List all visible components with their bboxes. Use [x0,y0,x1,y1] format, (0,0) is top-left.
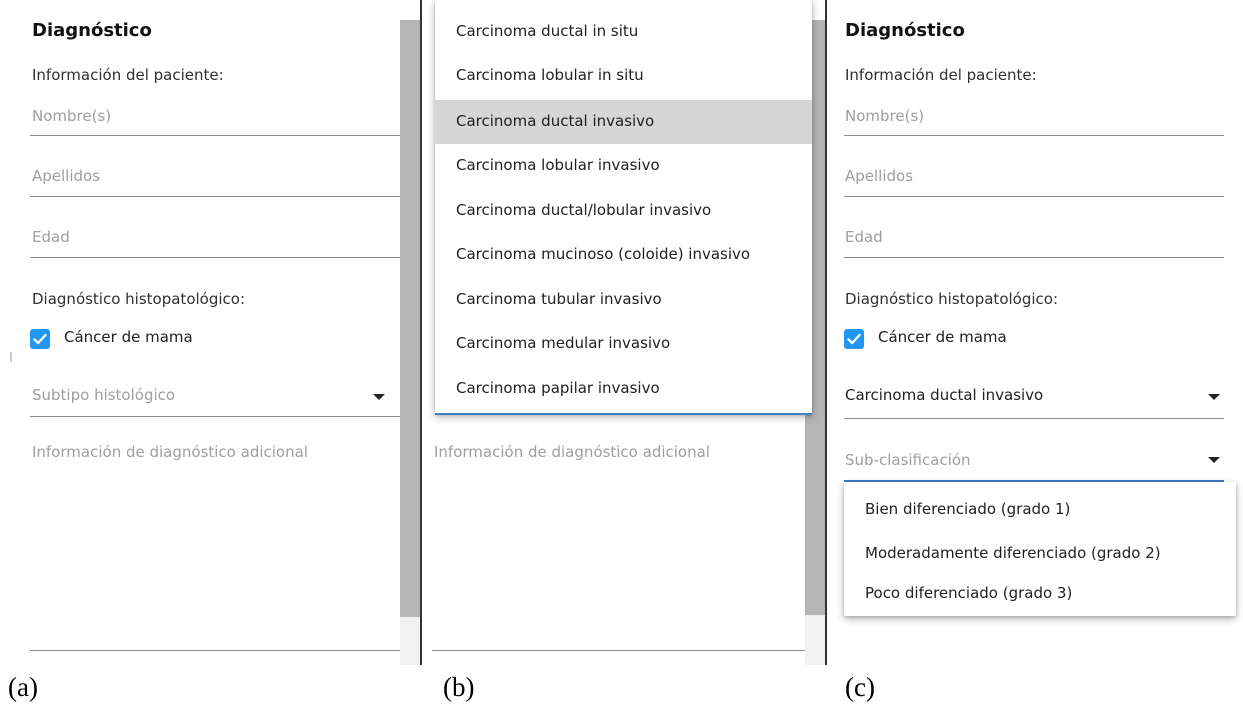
menu-item[interactable]: Carcinoma lobular in situ [435,54,812,98]
menu-item[interactable]: Carcinoma ductal in situ [435,10,812,54]
subtype-underline [30,416,405,417]
subtype-underline [844,418,1224,419]
last-name-underline [844,196,1224,197]
menu-item[interactable]: Carcinoma mucinoso (coloide) invasivo [435,233,812,277]
menu-item[interactable]: Moderadamente diferenciado (grado 2) [844,534,1236,574]
menu-item[interactable]: Bien diferenciado (grado 1) [844,490,1236,530]
breast-cancer-label: Cáncer de mama [878,328,1007,346]
last-name-underline [30,196,405,197]
form-title: Diagnóstico [845,20,965,41]
scrollbar-thumb[interactable] [400,20,420,617]
menu-item[interactable]: Carcinoma medular invasivo [435,322,812,366]
left-edge-tick [10,352,12,362]
first-name-underline [30,135,405,136]
age-placeholder: Edad [32,228,70,246]
subtype-dropdown-menu: Carcinoma ductal in situ Carcinoma lobul… [435,0,812,414]
breast-cancer-checkbox[interactable] [844,329,864,349]
subtype-focus-underline [435,413,812,415]
subclass-dropdown-menu: Bien diferenciado (grado 1) Moderadament… [844,482,1236,616]
last-name-placeholder: Apellidos [845,167,914,185]
breast-cancer-checkbox[interactable] [30,329,50,349]
additional-info-underline [30,650,405,651]
first-name-placeholder: Nombre(s) [32,107,112,125]
menu-item[interactable]: Carcinoma ductal/lobular invasivo [435,189,812,233]
age-placeholder: Edad [845,228,883,246]
caption-c: (c) [845,672,875,702]
last-name-placeholder: Apellidos [32,167,101,185]
subtype-placeholder: Subtipo histológico [32,386,176,404]
histo-section-label: Diagnóstico histopatológico: [845,290,1059,308]
menu-item[interactable]: Carcinoma papilar invasivo [435,367,812,411]
form-title: Diagnóstico [32,20,152,41]
check-icon [847,333,861,345]
additional-info-placeholder: Información de diagnóstico adicional [32,443,308,461]
chevron-down-icon [373,394,385,400]
menu-item[interactable]: Carcinoma lobular invasivo [435,144,812,188]
caption-b: (b) [443,672,475,702]
additional-info-placeholder: Información de diagnóstico adicional [434,443,710,461]
age-underline [30,257,405,258]
breast-cancer-label: Cáncer de mama [64,328,193,346]
chevron-down-icon [1208,457,1220,463]
subtype-value: Carcinoma ductal invasivo [845,386,1044,404]
first-name-underline [844,135,1224,136]
caption-a: (a) [8,672,38,702]
panel-a: Diagnóstico Información del paciente: No… [0,0,420,665]
menu-item[interactable]: Poco diferenciado (grado 3) [844,578,1236,618]
chevron-down-icon [1208,394,1220,400]
check-icon [33,333,47,345]
scrollbar[interactable] [400,20,420,665]
additional-info-underline [432,650,814,651]
first-name-placeholder: Nombre(s) [845,107,925,125]
patient-section-label: Información del paciente: [845,66,1037,84]
menu-item-highlighted[interactable]: Carcinoma ductal invasivo [435,100,812,144]
panel-c: Diagnóstico Información del paciente: No… [827,0,1243,665]
patient-section-label: Información del paciente: [32,66,224,84]
age-underline [844,257,1224,258]
panel-b: Información de diagnóstico adicional Car… [422,0,825,665]
subclass-placeholder: Sub-clasificación [845,451,971,469]
histo-section-label: Diagnóstico histopatológico: [32,290,246,308]
menu-item[interactable]: Carcinoma tubular invasivo [435,278,812,322]
